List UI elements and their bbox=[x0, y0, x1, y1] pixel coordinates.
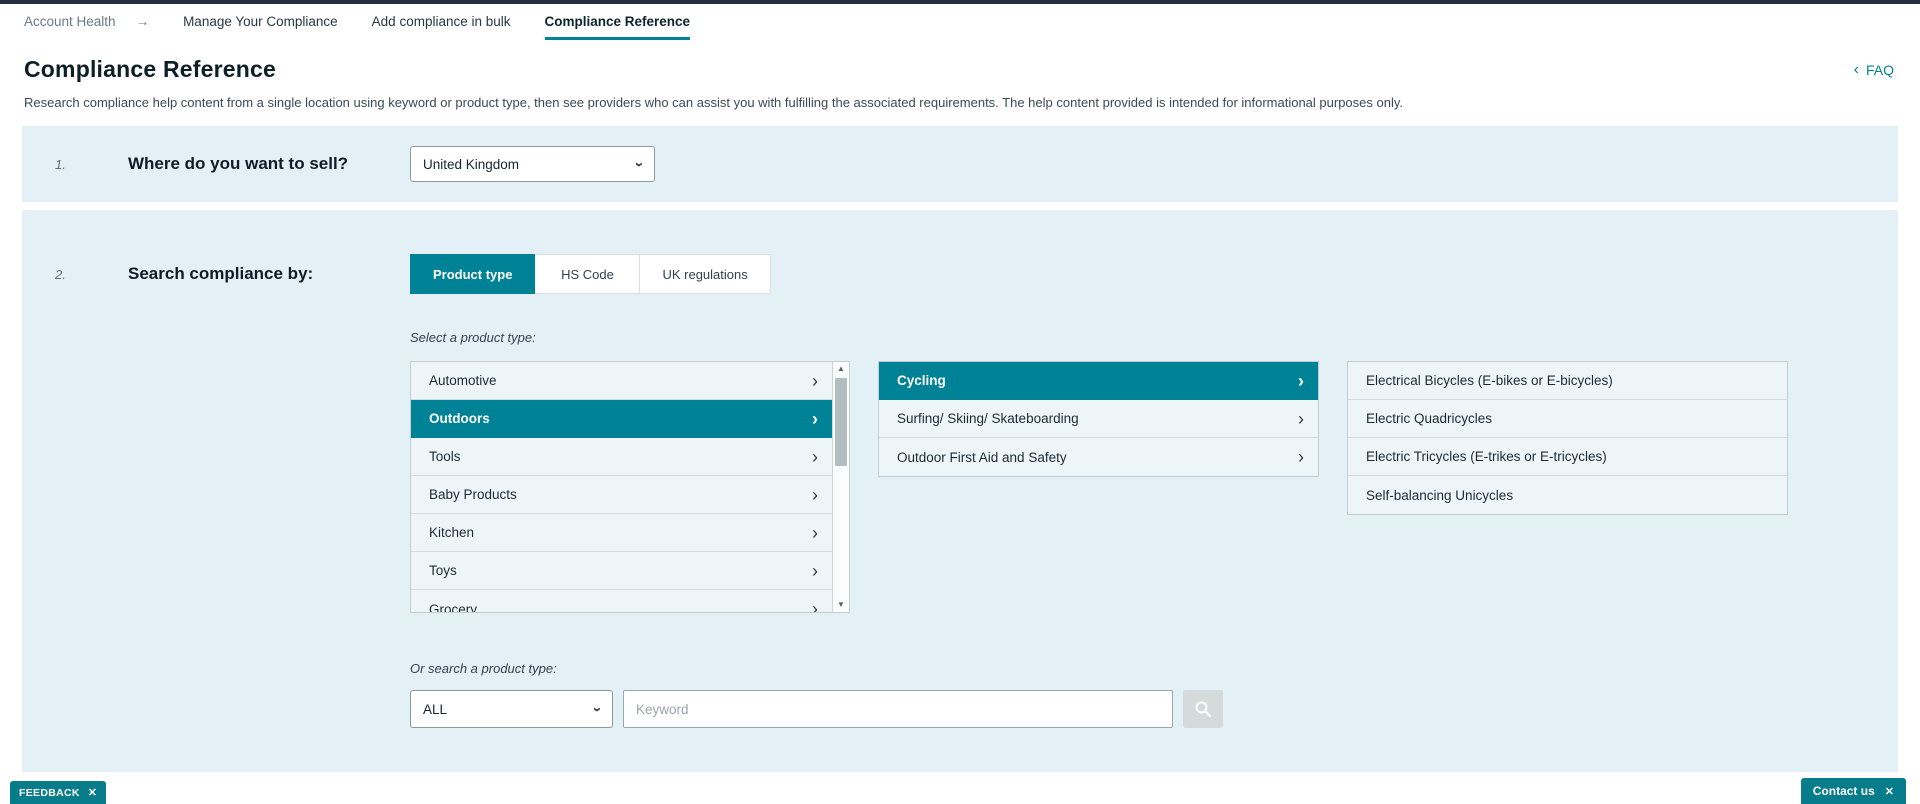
subcategory-item-outdoor-first-aid-and-safety[interactable]: Outdoor First Aid and Safety › bbox=[879, 438, 1318, 476]
category-item-label: Kitchen bbox=[429, 525, 475, 540]
subcategory-list: Cycling › Surfing/ Skiing/ Skateboarding… bbox=[878, 361, 1319, 477]
faq-link-label: FAQ bbox=[1865, 61, 1894, 78]
chevron-right-icon: › bbox=[1298, 370, 1304, 391]
product-item-electric-tricycles[interactable]: Electric Tricycles (E-trikes or E-tricyc… bbox=[1348, 438, 1787, 476]
faq-link[interactable]: ‹ FAQ bbox=[1853, 60, 1894, 78]
search-by-tabs: Product type HS Code UK regulations bbox=[410, 254, 771, 294]
chevron-right-icon: › bbox=[1298, 447, 1304, 467]
scroll-down-icon[interactable]: ▼ bbox=[837, 601, 845, 609]
category-filter-value: ALL bbox=[423, 701, 448, 717]
step1-label: Where do you want to sell? bbox=[128, 154, 349, 173]
close-icon[interactable]: ✕ bbox=[1885, 785, 1894, 798]
chevron-left-icon: ‹ bbox=[1853, 60, 1859, 78]
product-item-label: Electric Quadricycles bbox=[1366, 411, 1493, 426]
category-item-label: Toys bbox=[429, 563, 457, 578]
category-item-toys[interactable]: Toys › bbox=[411, 552, 832, 590]
contact-us-label: Contact us bbox=[1812, 784, 1875, 798]
subcategory-item-label: Surfing/ Skiing/ Skateboarding bbox=[897, 411, 1079, 426]
page-title: Compliance Reference bbox=[24, 56, 276, 82]
chevron-right-icon: › bbox=[812, 408, 818, 429]
product-item-electrical-bicycles[interactable]: Electrical Bicycles (E-bikes or E-bicycl… bbox=[1348, 362, 1787, 400]
breadcrumb-account-health[interactable]: Account Health bbox=[24, 14, 116, 37]
search-button[interactable] bbox=[1183, 690, 1223, 728]
or-search-label: Or search a product type: bbox=[410, 661, 557, 676]
product-item-electric-quadricycles[interactable]: Electric Quadricycles bbox=[1348, 400, 1787, 438]
country-select-value: United Kingdom bbox=[423, 156, 520, 172]
category-list-scrollbar[interactable]: ▲ ▼ bbox=[832, 362, 849, 612]
category-item-grocery[interactable]: Grocery › bbox=[411, 590, 832, 612]
search-icon bbox=[1195, 701, 1211, 717]
breadcrumb-arrow-icon: → bbox=[135, 14, 150, 29]
select-product-type-label: Select a product type: bbox=[410, 330, 536, 345]
category-item-baby-products[interactable]: Baby Products › bbox=[411, 476, 832, 514]
scroll-up-icon[interactable]: ▲ bbox=[837, 365, 845, 373]
category-item-label: Automotive bbox=[429, 373, 497, 388]
close-icon[interactable]: ✕ bbox=[88, 786, 98, 799]
category-item-tools[interactable]: Tools › bbox=[411, 438, 832, 476]
chevron-right-icon: › bbox=[812, 446, 818, 467]
feedback-badge-label: FEEDBACK bbox=[19, 786, 80, 799]
subcategory-item-label: Cycling bbox=[897, 373, 946, 388]
category-filter-select[interactable]: ALL › bbox=[410, 690, 613, 728]
step1-panel: 1. Where do you want to sell? United Kin… bbox=[22, 126, 1898, 202]
top-navigation: Account Health → Manage Your Compliance … bbox=[0, 4, 1920, 40]
chevron-right-icon: › bbox=[812, 484, 818, 505]
category-item-automotive[interactable]: Automotive › bbox=[411, 362, 832, 400]
category-list: Automotive › Outdoors › Tools › Baby Pro… bbox=[410, 361, 850, 613]
nav-item-manage-your-compliance[interactable]: Manage Your Compliance bbox=[183, 14, 338, 40]
nav-item-compliance-reference[interactable]: Compliance Reference bbox=[544, 14, 691, 40]
subcategory-item-label: Outdoor First Aid and Safety bbox=[897, 449, 1067, 465]
chevron-down-icon: › bbox=[631, 161, 648, 167]
chevron-right-icon: › bbox=[812, 560, 818, 581]
chevron-right-icon: › bbox=[1298, 408, 1304, 429]
category-item-outdoors[interactable]: Outdoors › bbox=[411, 400, 832, 438]
chevron-right-icon: › bbox=[812, 599, 818, 612]
step2-panel: 2. Search compliance by: Product type HS… bbox=[22, 210, 1898, 772]
category-item-label: Outdoors bbox=[429, 411, 490, 426]
product-item-label: Electric Tricycles (E-trikes or E-tricyc… bbox=[1366, 449, 1607, 464]
category-item-label: Baby Products bbox=[429, 487, 517, 502]
subcategory-item-cycling[interactable]: Cycling › bbox=[879, 362, 1318, 400]
category-item-label: Tools bbox=[429, 449, 461, 464]
subcategory-item-surfing-skiing-skateboarding[interactable]: Surfing/ Skiing/ Skateboarding › bbox=[879, 400, 1318, 438]
product-item-self-balancing-unicycles[interactable]: Self-balancing Unicycles bbox=[1348, 476, 1787, 514]
contact-us-badge[interactable]: Contact us ✕ bbox=[1800, 778, 1906, 804]
product-list: Electrical Bicycles (E-bikes or E-bicycl… bbox=[1347, 361, 1788, 515]
page-description: Research compliance help content from a … bbox=[24, 95, 1404, 110]
country-select[interactable]: United Kingdom › bbox=[410, 146, 655, 182]
product-item-label: Self-balancing Unicycles bbox=[1366, 487, 1514, 503]
step2-number: 2. bbox=[55, 266, 66, 282]
tab-hs-code[interactable]: HS Code bbox=[535, 254, 641, 294]
feedback-badge[interactable]: FEEDBACK ✕ bbox=[10, 781, 107, 804]
tab-uk-regulations[interactable]: UK regulations bbox=[640, 254, 771, 294]
keyword-input[interactable] bbox=[623, 690, 1173, 728]
chevron-right-icon: › bbox=[812, 522, 818, 543]
nav-item-add-compliance-in-bulk[interactable]: Add compliance in bulk bbox=[372, 14, 511, 40]
category-item-kitchen[interactable]: Kitchen › bbox=[411, 514, 832, 552]
product-item-label: Electrical Bicycles (E-bikes or E-bicycl… bbox=[1366, 373, 1613, 388]
chevron-right-icon: › bbox=[812, 370, 818, 391]
step2-label: Search compliance by: bbox=[128, 264, 314, 283]
category-item-label: Grocery bbox=[429, 601, 478, 613]
chevron-down-icon: › bbox=[589, 706, 606, 712]
tab-product-type[interactable]: Product type bbox=[410, 254, 536, 294]
scrollbar-thumb[interactable] bbox=[835, 378, 847, 466]
step1-number: 1. bbox=[55, 156, 66, 172]
category-list-viewport: Automotive › Outdoors › Tools › Baby Pro… bbox=[411, 362, 832, 612]
